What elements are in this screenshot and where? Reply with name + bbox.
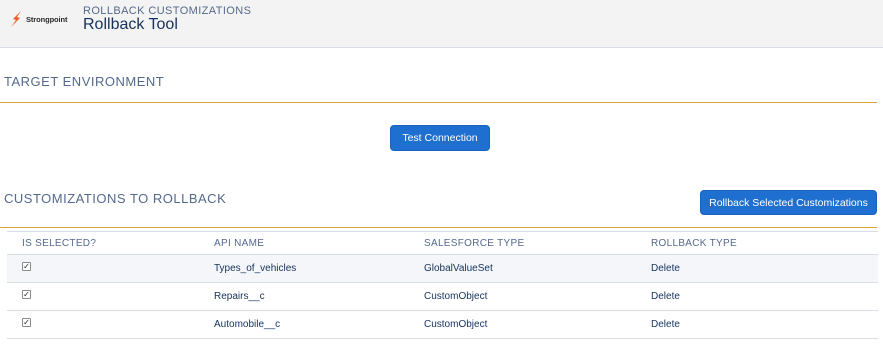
customizations-table: IS SELECTED? API NAME SALESFORCE TYPE RO… bbox=[7, 231, 878, 339]
column-header-is-selected[interactable]: IS SELECTED? bbox=[22, 238, 96, 249]
salesforce-type-cell: CustomObject bbox=[424, 291, 488, 302]
api-name-cell: Automobile__c bbox=[214, 319, 281, 330]
rollback-type-cell: Delete bbox=[651, 319, 680, 330]
page-header: Strongpoint ROLLBACK CUSTOMIZATIONS Roll… bbox=[0, 0, 883, 48]
table-row[interactable]: ✓ Automobile__c CustomObject Delete bbox=[7, 311, 878, 339]
target-environment-divider bbox=[0, 102, 877, 103]
column-header-salesforce-type[interactable]: SALESFORCE TYPE bbox=[424, 238, 524, 249]
row-checkbox[interactable]: ✓ bbox=[22, 318, 31, 327]
salesforce-type-cell: GlobalValueSet bbox=[424, 263, 493, 274]
table-row[interactable]: ✓ Types_of_vehicles GlobalValueSet Delet… bbox=[7, 255, 878, 283]
row-checkbox[interactable]: ✓ bbox=[22, 262, 31, 271]
rollback-type-cell: Delete bbox=[651, 263, 680, 274]
strongpoint-logo: Strongpoint bbox=[9, 8, 75, 30]
row-checkbox[interactable]: ✓ bbox=[22, 290, 31, 299]
rollback-selected-button[interactable]: Rollback Selected Customizations bbox=[700, 190, 877, 215]
table-row[interactable]: ✓ Repairs__c CustomObject Delete bbox=[7, 283, 878, 311]
page-title: Rollback Tool bbox=[83, 16, 178, 33]
api-name-cell: Types_of_vehicles bbox=[214, 263, 297, 274]
customizations-title: CUSTOMIZATIONS TO ROLLBACK bbox=[4, 191, 227, 206]
salesforce-type-cell: CustomObject bbox=[424, 319, 488, 330]
test-connection-button[interactable]: Test Connection bbox=[390, 125, 490, 151]
column-header-rollback-type[interactable]: ROLLBACK TYPE bbox=[651, 238, 737, 249]
logo-text: Strongpoint bbox=[26, 14, 68, 24]
api-name-cell: Repairs__c bbox=[214, 291, 265, 302]
target-environment-title: TARGET ENVIRONMENT bbox=[4, 74, 165, 89]
customizations-divider bbox=[0, 227, 877, 228]
strongpoint-logo-icon bbox=[11, 11, 21, 27]
table-header: IS SELECTED? API NAME SALESFORCE TYPE RO… bbox=[7, 231, 878, 255]
column-header-api-name[interactable]: API NAME bbox=[214, 238, 264, 249]
rollback-type-cell: Delete bbox=[651, 291, 680, 302]
